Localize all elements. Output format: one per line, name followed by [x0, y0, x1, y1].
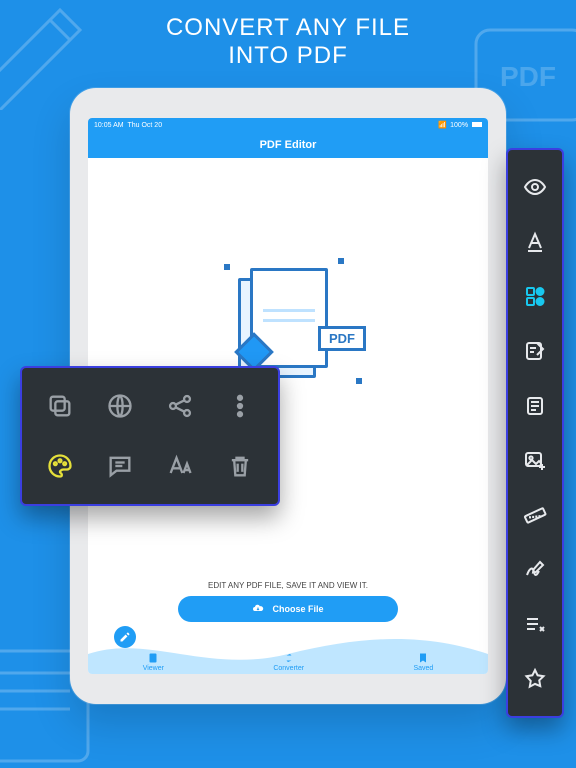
saved-icon — [417, 652, 429, 664]
tab-saved[interactable]: Saved — [413, 652, 433, 672]
tool-text-style[interactable] — [508, 215, 562, 270]
status-date: Thu Oct 20 — [127, 122, 162, 129]
popup-more[interactable] — [210, 376, 270, 436]
tool-shapes[interactable] — [508, 269, 562, 324]
tool-image-add[interactable] — [508, 433, 562, 488]
status-bar: 10:05 AM Thu Oct 20 📶100% — [88, 118, 488, 132]
shapes-icon — [523, 284, 547, 308]
list-remove-icon — [523, 612, 547, 636]
app-header-title: PDF Editor — [88, 132, 488, 158]
promo-line2: INTO PDF — [228, 42, 348, 69]
svg-text:PDF: PDF — [500, 61, 556, 92]
popup-trash[interactable] — [210, 436, 270, 496]
annotate-icon — [523, 339, 547, 363]
copy-icon — [46, 392, 74, 420]
tab-viewer-label: Viewer — [143, 665, 164, 672]
note-icon — [523, 394, 547, 418]
promo-line1: CONVERT ANY FILE — [166, 14, 410, 41]
eye-icon — [523, 175, 547, 199]
tool-annotate[interactable] — [508, 324, 562, 379]
ruler-icon — [523, 503, 547, 527]
status-battery: 📶100% — [438, 121, 482, 129]
popup-font[interactable] — [150, 436, 210, 496]
fab-edit-button[interactable] — [114, 626, 136, 648]
trash-icon — [226, 452, 254, 480]
choose-file-button[interactable]: Choose File — [178, 596, 398, 622]
status-time-date: 10:05 AM Thu Oct 20 — [94, 122, 162, 129]
popup-copy[interactable] — [30, 376, 90, 436]
context-toolbar-popup — [20, 366, 280, 506]
converter-icon — [283, 652, 295, 664]
popup-palette[interactable] — [30, 436, 90, 496]
tab-converter-label: Converter — [273, 665, 304, 672]
tool-star[interactable] — [508, 651, 562, 706]
edit-caption: EDIT ANY PDF FILE, SAVE IT AND VIEW IT. — [88, 581, 488, 590]
tab-viewer[interactable]: Viewer — [143, 652, 164, 672]
tool-list-remove[interactable] — [508, 597, 562, 652]
tool-note[interactable] — [508, 378, 562, 433]
globe-icon — [106, 392, 134, 420]
popup-globe[interactable] — [90, 376, 150, 436]
vertical-toolbar — [506, 148, 564, 718]
star-icon — [523, 667, 547, 691]
tool-ruler[interactable] — [508, 488, 562, 543]
comment-icon — [106, 452, 134, 480]
font-icon — [166, 452, 194, 480]
more-icon — [226, 392, 254, 420]
share-icon — [166, 392, 194, 420]
popup-share[interactable] — [150, 376, 210, 436]
palette-icon — [46, 452, 74, 480]
cloud-download-icon — [252, 602, 264, 616]
text-style-icon — [523, 230, 547, 254]
bottom-tabs: Viewer Converter Saved — [88, 652, 488, 672]
signature-icon — [523, 557, 547, 581]
viewer-icon — [147, 652, 159, 664]
status-time: 10:05 AM — [94, 122, 124, 129]
pdf-tag: PDF — [318, 326, 366, 351]
tool-view[interactable] — [508, 160, 562, 215]
tab-saved-label: Saved — [413, 665, 433, 672]
tool-signature[interactable] — [508, 542, 562, 597]
tab-converter[interactable]: Converter — [273, 652, 304, 672]
choose-file-label: Choose File — [272, 604, 323, 614]
image-add-icon — [523, 448, 547, 472]
popup-comment[interactable] — [90, 436, 150, 496]
